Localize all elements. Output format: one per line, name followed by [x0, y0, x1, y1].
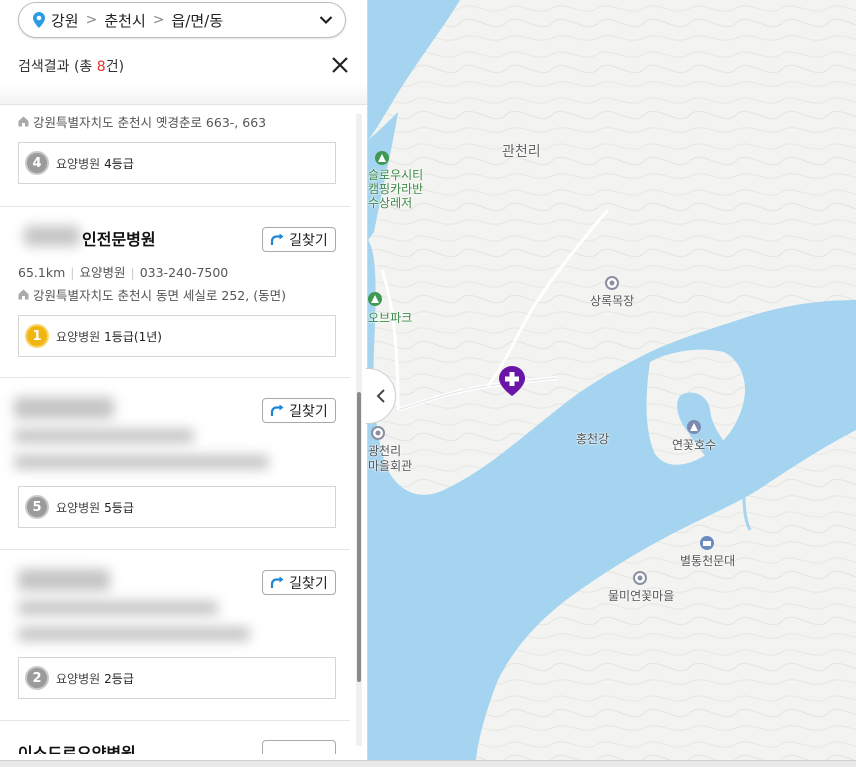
hospital-meta: 65.1km | 요양병원 | 033-240-7500	[18, 265, 229, 280]
blurred-content	[18, 601, 218, 615]
ranch-icon	[605, 276, 619, 290]
grade-badge: 5	[25, 495, 49, 519]
route-arrow-icon	[271, 404, 284, 416]
scrollbar-thumb[interactable]	[357, 392, 361, 682]
region-selector[interactable]: 강원 > 춘천시 > 읍/면/동	[18, 2, 346, 38]
grade-badge: 2	[25, 666, 49, 690]
region-district: 읍/면/동	[171, 11, 223, 30]
grade-badge: 4	[25, 151, 49, 175]
map-label: 관천리	[502, 144, 541, 160]
blurred-name	[24, 226, 80, 246]
lake-poi-icon	[687, 420, 701, 434]
route-button[interactable]: 길찾기	[262, 398, 336, 423]
hospital-name[interactable]: 인전문병원	[82, 226, 156, 250]
region-province: 강원	[51, 11, 79, 30]
route-button[interactable]	[262, 740, 336, 754]
route-arrow-icon	[271, 233, 284, 245]
address-row: 강원특별자치도 춘천시 동면 세실로 252, (동면)	[18, 285, 286, 304]
map-label: 수상레저	[368, 196, 413, 210]
blurred-content	[18, 627, 250, 641]
grade-box: 5 요양병원 5등급	[18, 486, 336, 528]
route-button[interactable]: 길찾기	[262, 570, 336, 595]
close-icon[interactable]	[329, 54, 351, 76]
blurred-content	[14, 397, 114, 419]
route-arrow-icon	[271, 576, 284, 588]
list-item[interactable]: 이소드로요양병원	[0, 720, 350, 754]
result-count: 검색결과 (총 8건)	[18, 59, 125, 75]
map-background	[368, 0, 856, 760]
map-label: 물미연꽃마을	[608, 589, 675, 603]
list-item[interactable]: 길찾기 5 요양병원 5등급	[0, 377, 350, 550]
hospital-marker-icon[interactable]	[499, 366, 525, 396]
result-count-number: 8	[96, 59, 106, 75]
map-label: 오브파크	[368, 311, 413, 325]
breadcrumb-separator: >	[85, 12, 98, 28]
building-icon	[18, 289, 29, 300]
route-button[interactable]: 길찾기	[262, 227, 336, 252]
park-icon	[368, 292, 382, 306]
camping-icon	[375, 151, 389, 165]
list-item[interactable]: 길찾기 2 요양병원 2등급	[0, 549, 350, 721]
hospital-name[interactable]: 이소드로요양병원	[18, 740, 136, 754]
blurred-content	[14, 429, 194, 443]
chevron-left-icon	[376, 389, 385, 403]
map-label: 연꽃호수	[672, 438, 717, 452]
blurred-content	[18, 569, 110, 591]
map-label: 별통천문대	[680, 554, 736, 568]
list-item[interactable]: 인전문병원 길찾기 65.1km | 요양병원 | 033-240-7500 강원특별자…	[0, 206, 350, 378]
location-pin-icon	[33, 12, 45, 28]
grade-box: 1 요양병원 1등급(1년)	[18, 315, 336, 357]
region-city: 춘천시	[104, 11, 146, 30]
map-label: 상록목장	[590, 294, 635, 308]
grade-box: 4 요양병원 4등급	[18, 142, 336, 184]
map-label: 홍천강	[576, 432, 610, 446]
result-list[interactable]: 강원특별자치도 춘천시 옛경춘로 663-, 663 4 요양병원 4등급 인전…	[0, 104, 350, 754]
breadcrumb-separator: >	[152, 12, 165, 28]
header-divider	[0, 84, 367, 105]
grade-badge: 1	[25, 324, 49, 348]
village-icon	[633, 571, 647, 585]
grade-box: 2 요양병원 2등급	[18, 657, 336, 699]
search-panel: 강원 > 춘천시 > 읍/면/동 검색결과 (총 8건) 강원특별자치도 춘천시…	[0, 0, 368, 766]
address-row: 강원특별자치도 춘천시 옛경춘로 663-, 663	[18, 112, 266, 131]
chevron-down-icon	[319, 11, 333, 29]
map-view[interactable]: 관천리 슬로우시티 캠핑카라반 수상레저 상록목장 오브파크 광천리 마을회관 …	[368, 0, 856, 760]
map-label: 마을회관	[368, 459, 413, 473]
list-item[interactable]: 강원특별자치도 춘천시 옛경춘로 663-, 663 4 요양병원 4등급	[0, 104, 350, 207]
village-hall-icon	[371, 426, 385, 440]
building-icon	[18, 116, 29, 127]
blurred-content	[14, 455, 269, 469]
observatory-icon	[700, 536, 714, 550]
